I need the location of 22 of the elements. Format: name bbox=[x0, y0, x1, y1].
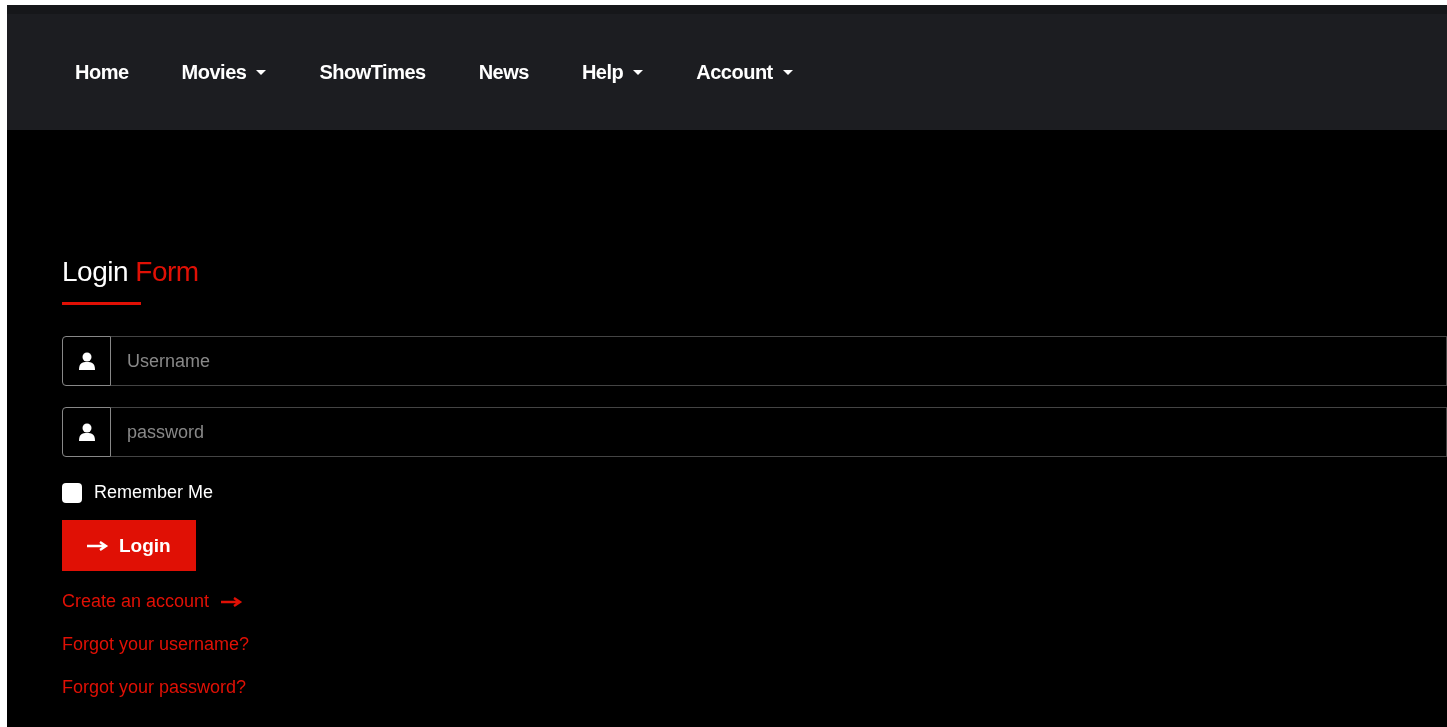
nav-link[interactable]: News bbox=[464, 60, 543, 84]
arrow-icon bbox=[221, 596, 244, 607]
link[interactable]: Create an account bbox=[62, 591, 244, 612]
checkbox-label: Remember Me bbox=[94, 482, 214, 503]
input-field[interactable]: Username bbox=[111, 336, 1447, 386]
input-field[interactable]: password bbox=[111, 407, 1447, 457]
link[interactable]: Forgot your username? bbox=[62, 634, 250, 655]
nav-link[interactable]: ShowTimes bbox=[305, 60, 440, 84]
nav-link[interactable]: Home bbox=[61, 60, 143, 84]
link[interactable]: Forgot your password? bbox=[62, 677, 247, 698]
user-icon bbox=[78, 423, 95, 441]
caret-icon bbox=[256, 69, 267, 75]
nav-link[interactable]: Movies bbox=[167, 60, 281, 84]
caret-icon bbox=[782, 69, 793, 75]
form-title: Login Form bbox=[62, 256, 200, 288]
checkbox[interactable] bbox=[62, 482, 82, 503]
arrow-icon bbox=[87, 540, 109, 551]
login-button[interactable]: Login bbox=[62, 520, 196, 571]
nav-link[interactable]: Account bbox=[682, 60, 807, 84]
caret-icon bbox=[633, 69, 644, 75]
user-icon bbox=[78, 352, 95, 370]
nav-link[interactable]: Help bbox=[567, 60, 658, 84]
